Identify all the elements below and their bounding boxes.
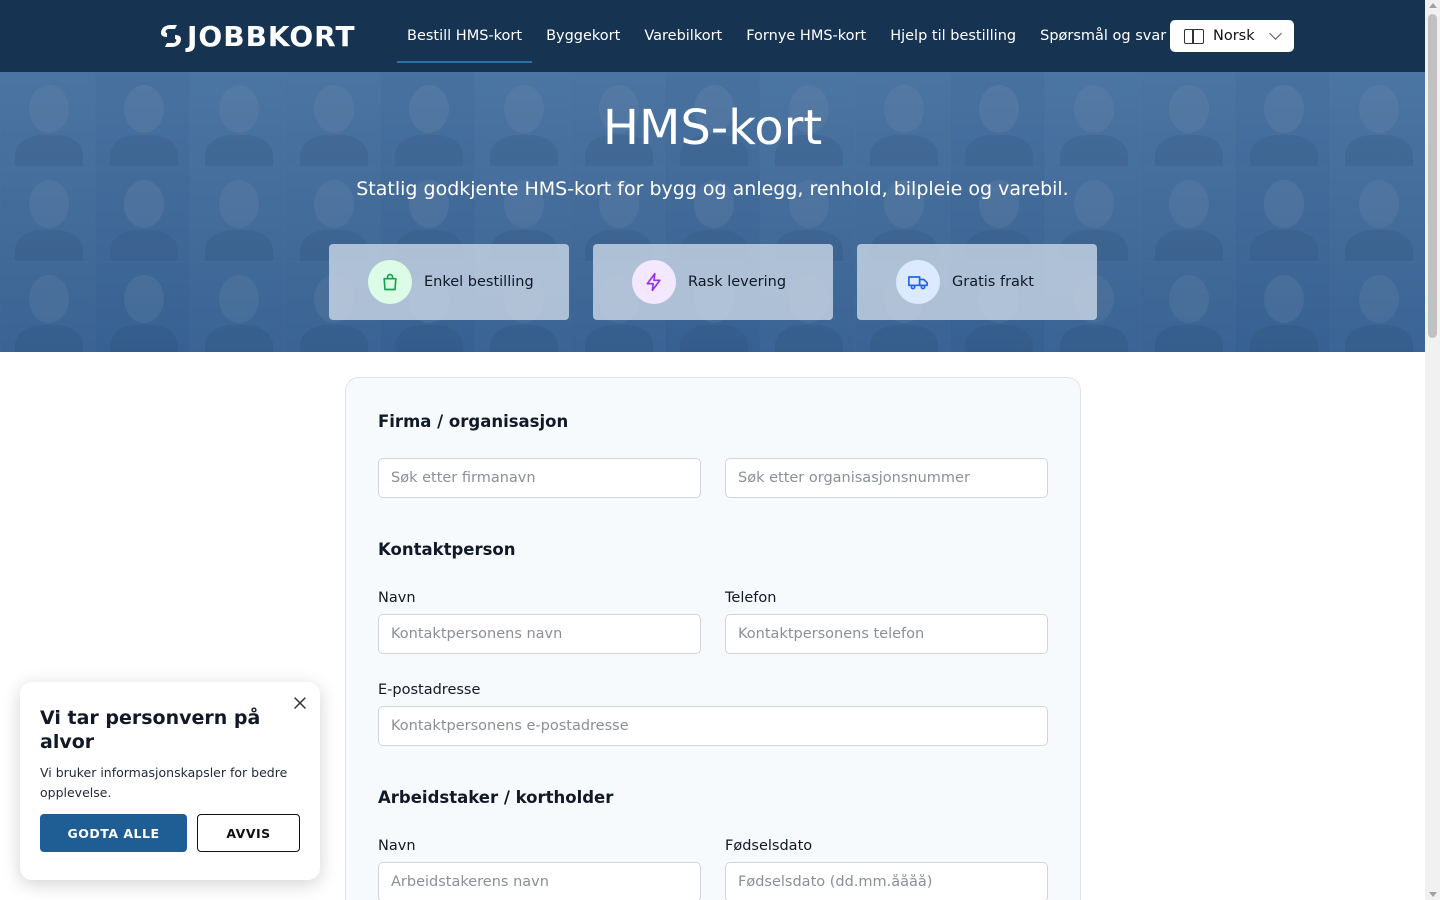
nav-bestill-hms-kort[interactable]: Bestill HMS-kort bbox=[397, 0, 533, 72]
org-number-search[interactable] bbox=[725, 458, 1048, 498]
contact-name-label: Navn bbox=[378, 590, 416, 606]
nav-varebilkort[interactable]: Varebilkort bbox=[634, 0, 732, 72]
nav-byggekort[interactable]: Byggekort bbox=[536, 0, 630, 72]
worker-name-label: Navn bbox=[378, 838, 416, 854]
page-subtitle: Statlig godkjente HMS-kort for bygg og a… bbox=[356, 178, 1069, 200]
nav-hjelp-til-bestilling[interactable]: Hjelp til bestilling bbox=[880, 0, 1026, 72]
close-icon[interactable] bbox=[292, 695, 308, 711]
cookie-text: Vi bruker informasjonskapsler for bedre … bbox=[40, 765, 288, 800]
flag-icon bbox=[1184, 28, 1204, 44]
decline-button[interactable]: AVVIS bbox=[197, 814, 300, 852]
cookie-title: Vi tar personvern på alvor bbox=[40, 707, 261, 753]
section-title-worker: Arbeidstaker / kortholder bbox=[378, 788, 614, 807]
scrollbar-thumb[interactable] bbox=[1428, 14, 1437, 338]
contact-email-field[interactable] bbox=[378, 706, 1048, 746]
feature-enkel-bestilling: Enkel bestilling bbox=[329, 244, 569, 320]
company-name-search[interactable] bbox=[378, 458, 701, 498]
feature-gratis-frakt: Gratis frakt bbox=[857, 244, 1097, 320]
page-title: HMS-kort bbox=[602, 100, 823, 156]
chevron-down-icon bbox=[1269, 27, 1282, 40]
hero-banner: HMS-kort Statlig godkjente HMS-kort for … bbox=[0, 72, 1425, 352]
jobbkort-logo[interactable]: JOBBKORT bbox=[158, 19, 356, 53]
logo-text: JOBBKORT bbox=[187, 19, 356, 53]
nav-fornye-hms-kort[interactable]: Fornye HMS-kort bbox=[736, 0, 876, 72]
contact-name-field[interactable] bbox=[378, 614, 701, 654]
shopping-bag-icon bbox=[368, 260, 412, 304]
feature-label: Rask levering bbox=[688, 274, 787, 290]
logo-mark-icon bbox=[161, 25, 181, 47]
contact-phone-field[interactable] bbox=[725, 614, 1048, 654]
contact-phone-label: Telefon bbox=[725, 590, 777, 606]
section-title-company: Firma / organisasjon bbox=[378, 412, 569, 431]
language-select[interactable]: Norsk bbox=[1170, 20, 1294, 52]
lightning-icon bbox=[632, 260, 676, 304]
worker-dob-field[interactable] bbox=[725, 862, 1048, 900]
worker-dob-label: Fødselsdato bbox=[725, 838, 813, 854]
section-title-contact: Kontaktperson bbox=[378, 540, 516, 559]
nav-sporsmal-og-svar[interactable]: Spørsmål og svar bbox=[1030, 0, 1176, 72]
scroll-up-arrow-icon[interactable] bbox=[1429, 3, 1437, 8]
page-scrollbar[interactable] bbox=[1425, 0, 1440, 900]
main-nav: Bestill HMS-kort Byggekort Varebilkort F… bbox=[397, 0, 1180, 72]
accept-all-button[interactable]: GODTA ALLE bbox=[40, 814, 187, 852]
feature-label: Gratis frakt bbox=[952, 274, 1034, 290]
contact-email-label: E-postadresse bbox=[378, 682, 481, 698]
top-header: JOBBKORT Bestill HMS-kort Byggekort Vare… bbox=[0, 0, 1425, 72]
feature-rask-levering: Rask levering bbox=[593, 244, 833, 320]
worker-name-field[interactable] bbox=[378, 862, 701, 900]
feature-label: Enkel bestilling bbox=[424, 274, 534, 290]
truck-icon bbox=[896, 260, 940, 304]
cookie-consent-dialog: Vi tar personvern på alvor Vi bruker inf… bbox=[20, 682, 320, 880]
order-form: Firma / organisasjon Kontaktperson Navn … bbox=[345, 377, 1081, 900]
scroll-down-arrow-icon[interactable] bbox=[1429, 892, 1437, 897]
language-label: Norsk bbox=[1213, 28, 1255, 44]
